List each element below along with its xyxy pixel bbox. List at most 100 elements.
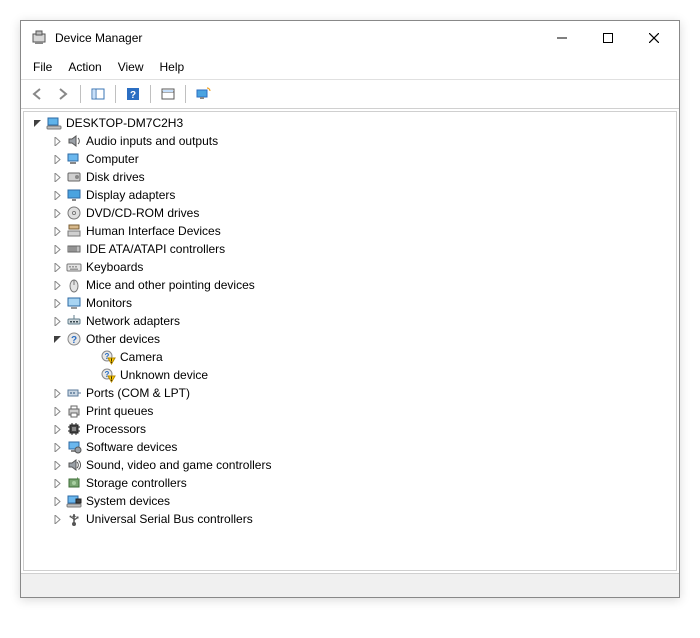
tree-node-label: Sound, video and game controllers bbox=[86, 458, 271, 472]
svg-text:?: ? bbox=[71, 335, 77, 346]
menu-file[interactable]: File bbox=[25, 57, 60, 77]
close-button[interactable] bbox=[631, 23, 677, 53]
svg-text:?: ? bbox=[130, 90, 136, 101]
svg-text:!: ! bbox=[111, 359, 113, 365]
warning-icon: ?! bbox=[100, 349, 116, 365]
expander-icon[interactable] bbox=[50, 188, 64, 202]
back-button[interactable] bbox=[25, 83, 49, 105]
tree-node-label: Unknown device bbox=[120, 368, 208, 382]
expander-icon[interactable] bbox=[50, 242, 64, 256]
tree-node-cat-3[interactable]: Display adapters bbox=[28, 186, 676, 204]
tree-node-label: Ports (COM & LPT) bbox=[86, 386, 190, 400]
tree-node-cat-9[interactable]: Monitors bbox=[28, 294, 676, 312]
expander-icon[interactable] bbox=[50, 386, 64, 400]
device-tree: DESKTOP-DM7C2H3Audio inputs and outputsC… bbox=[24, 112, 676, 528]
tree-node-cat-13[interactable]: Print queues bbox=[28, 402, 676, 420]
tree-node-cat-10[interactable]: Network adapters bbox=[28, 312, 676, 330]
expander-icon[interactable] bbox=[50, 224, 64, 238]
show-hide-tree-button[interactable] bbox=[86, 83, 110, 105]
sound-icon bbox=[66, 457, 82, 473]
tree-node-label: Storage controllers bbox=[86, 476, 187, 490]
scan-hardware-button[interactable] bbox=[191, 83, 215, 105]
expander-icon[interactable] bbox=[50, 206, 64, 220]
tree-node-label: Mice and other pointing devices bbox=[86, 278, 255, 292]
menu-help[interactable]: Help bbox=[152, 57, 193, 77]
help-button[interactable]: ? bbox=[121, 83, 145, 105]
expander-icon[interactable] bbox=[50, 278, 64, 292]
tree-node-cat-8[interactable]: Mice and other pointing devices bbox=[28, 276, 676, 294]
expander-icon[interactable] bbox=[50, 314, 64, 328]
printer-icon bbox=[66, 403, 82, 419]
toolbar-separator bbox=[115, 85, 116, 103]
expander-icon[interactable] bbox=[50, 494, 64, 508]
tree-node-label: System devices bbox=[86, 494, 170, 508]
expander-icon[interactable] bbox=[50, 422, 64, 436]
tree-node-cat-1[interactable]: Computer bbox=[28, 150, 676, 168]
tree-node-cat-18[interactable]: System devices bbox=[28, 492, 676, 510]
toolbar-separator bbox=[80, 85, 81, 103]
maximize-button[interactable] bbox=[585, 23, 631, 53]
tree-node-cat-12[interactable]: Ports (COM & LPT) bbox=[28, 384, 676, 402]
expander-icon[interactable] bbox=[50, 260, 64, 274]
expander-icon[interactable] bbox=[50, 404, 64, 418]
expander-icon[interactable] bbox=[50, 458, 64, 472]
tree-node-cat-16[interactable]: Sound, video and game controllers bbox=[28, 456, 676, 474]
software-icon bbox=[66, 439, 82, 455]
pc-root-icon bbox=[46, 115, 62, 131]
expander-icon[interactable] bbox=[50, 440, 64, 454]
system-icon bbox=[66, 493, 82, 509]
statusbar bbox=[21, 573, 679, 597]
hid-icon bbox=[66, 223, 82, 239]
expander-icon[interactable] bbox=[50, 152, 64, 166]
tree-node-label: Monitors bbox=[86, 296, 132, 310]
tree-node-cat-0[interactable]: Audio inputs and outputs bbox=[28, 132, 676, 150]
tree-node-cat-7[interactable]: Keyboards bbox=[28, 258, 676, 276]
minimize-button[interactable] bbox=[539, 23, 585, 53]
expander-none bbox=[84, 368, 98, 382]
tree-node-cat-2[interactable]: Disk drives bbox=[28, 168, 676, 186]
tree-node-label: Disk drives bbox=[86, 170, 145, 184]
window-controls bbox=[539, 23, 677, 53]
forward-button[interactable] bbox=[51, 83, 75, 105]
ide-icon bbox=[66, 241, 82, 257]
device-tree-area[interactable]: DESKTOP-DM7C2H3Audio inputs and outputsC… bbox=[23, 111, 677, 571]
tree-node-label: Universal Serial Bus controllers bbox=[86, 512, 253, 526]
menubar: File Action View Help bbox=[21, 55, 679, 80]
tree-node-root[interactable]: DESKTOP-DM7C2H3 bbox=[28, 114, 676, 132]
tree-node-cat-19[interactable]: Universal Serial Bus controllers bbox=[28, 510, 676, 528]
properties-button[interactable] bbox=[156, 83, 180, 105]
expander-icon[interactable] bbox=[50, 296, 64, 310]
menu-view[interactable]: View bbox=[110, 57, 152, 77]
tree-node-label: DVD/CD-ROM drives bbox=[86, 206, 199, 220]
expander-none bbox=[84, 350, 98, 364]
network-icon bbox=[66, 313, 82, 329]
disk-icon bbox=[66, 169, 82, 185]
usb-icon bbox=[66, 511, 82, 527]
tree-node-cat-11[interactable]: ?Other devices bbox=[28, 330, 676, 348]
tree-node-cat-4[interactable]: DVD/CD-ROM drives bbox=[28, 204, 676, 222]
tree-node-label: Display adapters bbox=[86, 188, 175, 202]
tree-node-label: DESKTOP-DM7C2H3 bbox=[66, 116, 183, 130]
expander-icon[interactable] bbox=[50, 332, 64, 346]
toolbar: ? bbox=[21, 80, 679, 109]
expander-icon[interactable] bbox=[50, 512, 64, 526]
tree-node-cat-15[interactable]: Software devices bbox=[28, 438, 676, 456]
dvd-icon bbox=[66, 205, 82, 221]
warning-icon: ?! bbox=[100, 367, 116, 383]
tree-node-cat-14[interactable]: Processors bbox=[28, 420, 676, 438]
expander-icon[interactable] bbox=[30, 116, 44, 130]
app-icon bbox=[31, 30, 47, 46]
port-icon bbox=[66, 385, 82, 401]
tree-node-label: Human Interface Devices bbox=[86, 224, 221, 238]
expander-icon[interactable] bbox=[50, 170, 64, 184]
tree-node-cat-11-child-1[interactable]: ?! Unknown device bbox=[28, 366, 676, 384]
tree-node-cat-6[interactable]: IDE ATA/ATAPI controllers bbox=[28, 240, 676, 258]
tree-node-label: Network adapters bbox=[86, 314, 180, 328]
tree-node-cat-17[interactable]: Storage controllers bbox=[28, 474, 676, 492]
tree-node-label: Camera bbox=[120, 350, 163, 364]
expander-icon[interactable] bbox=[50, 476, 64, 490]
tree-node-cat-11-child-0[interactable]: ?! Camera bbox=[28, 348, 676, 366]
menu-action[interactable]: Action bbox=[60, 57, 109, 77]
expander-icon[interactable] bbox=[50, 134, 64, 148]
tree-node-cat-5[interactable]: Human Interface Devices bbox=[28, 222, 676, 240]
